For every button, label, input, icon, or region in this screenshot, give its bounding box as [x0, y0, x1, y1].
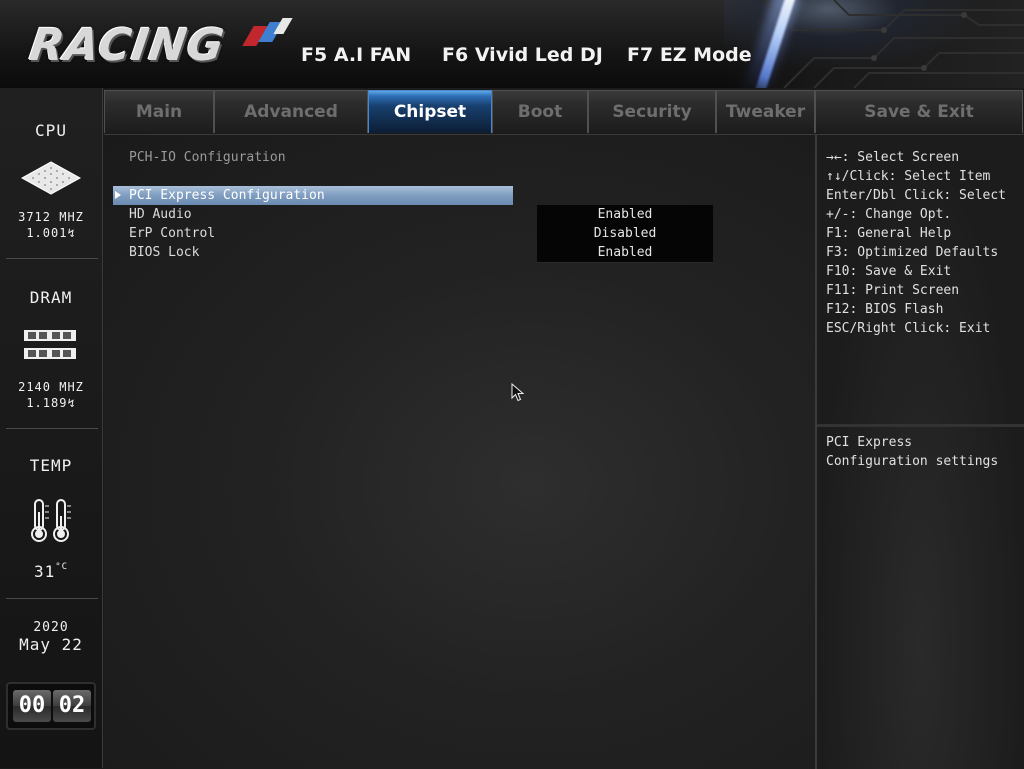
help-key-line: ESC/Right Click: Exit: [826, 321, 991, 336]
clock-hours: 00: [13, 690, 51, 722]
bios-lock-value[interactable]: Enabled: [537, 243, 713, 263]
logo-text: RACING: [26, 20, 228, 71]
dram-module-icon: [24, 330, 76, 359]
vivid-led-dj-hotkey[interactable]: F6 Vivid Led DJ: [442, 44, 603, 66]
page-title: PCH-IO Configuration: [129, 150, 286, 165]
settings-panel: PCH-IO Configuration PCI Express Configu…: [104, 134, 815, 769]
divider: [6, 598, 98, 599]
pci-express-configuration-item[interactable]: PCI Express Configuration: [113, 186, 513, 205]
help-key-line: F12: BIOS Flash: [826, 302, 944, 317]
item-description: Configuration settings: [826, 454, 999, 469]
tab-chipset[interactable]: Chipset: [368, 90, 492, 133]
dram-title: DRAM: [29, 288, 73, 307]
tab-main[interactable]: Main: [104, 90, 214, 133]
header-bar: RACING F5 A.I FAN F6 Vivid Led DJ F7 EZ …: [0, 0, 1024, 88]
ez-mode-hotkey[interactable]: F7 EZ Mode: [627, 44, 752, 66]
cpu-frequency: 3712 MHZ: [18, 210, 84, 224]
tab-tweaker[interactable]: Tweaker: [716, 90, 815, 133]
racing-logo: RACING: [26, 18, 293, 72]
divider: [6, 258, 98, 259]
clock-minutes: 02: [53, 690, 91, 722]
cpu-title: CPU: [35, 121, 67, 140]
submenu-arrow-icon: [115, 191, 121, 199]
help-key-line: →←: Select Screen: [826, 150, 960, 165]
tab-boot[interactable]: Boot: [492, 90, 588, 133]
system-info-sidebar: CPU 3712 MHZ 1.001↯ DRAM 2140 MHZ 1.189↯…: [0, 88, 103, 768]
dram-voltage-value: 1.189: [26, 396, 68, 410]
clock: 00 02: [6, 682, 96, 730]
tab-save-exit[interactable]: Save & Exit: [815, 90, 1023, 133]
ai-fan-hotkey[interactable]: F5 A.I FAN: [301, 44, 411, 66]
cpu-voltage-value: 1.001: [26, 226, 68, 240]
bios-lock-label[interactable]: BIOS Lock: [129, 243, 199, 262]
help-key-line: F3: Optimized Defaults: [826, 245, 999, 260]
item-description: PCI Express: [826, 435, 913, 450]
hd-audio-label[interactable]: HD Audio: [129, 205, 192, 224]
erp-control-label[interactable]: ErP Control: [129, 224, 215, 243]
date-year: 2020: [33, 620, 69, 635]
menu-item-label: PCI Express Configuration: [129, 188, 325, 203]
help-key-line: F1: General Help: [826, 226, 952, 241]
cpu-chip-icon: [20, 161, 82, 195]
thermometer-icon: [31, 499, 71, 542]
help-key-line: F10: Save & Exit: [826, 264, 952, 279]
help-panel: →←: Select Screen ↑↓/Click: Select Item …: [815, 134, 1024, 769]
help-key-line: Enter/Dbl Click: Select: [826, 188, 1007, 203]
help-key-line: F11: Print Screen: [826, 283, 960, 298]
erp-control-value[interactable]: Disabled: [537, 224, 713, 244]
divider: [6, 428, 98, 429]
tab-bar: Main Advanced Chipset Boot Security Twea…: [103, 88, 1024, 134]
help-key-line: ↑↓/Click: Select Item: [826, 169, 991, 184]
tab-security[interactable]: Security: [588, 90, 716, 133]
temp-title: TEMP: [29, 456, 73, 475]
dram-frequency: 2140 MHZ: [18, 380, 84, 394]
help-key-line: +/-: Change Opt.: [826, 207, 952, 222]
mouse-pointer-icon: [511, 383, 525, 402]
date-month-day: May 22: [19, 635, 83, 654]
voltage-bolt-icon: ↯: [67, 226, 76, 240]
hd-audio-value[interactable]: Enabled: [537, 205, 713, 225]
voltage-bolt-icon: ↯: [67, 396, 76, 410]
temperature-readout: 31°C: [0, 562, 102, 581]
dram-voltage: 1.189↯: [0, 396, 102, 410]
help-divider: [817, 424, 1024, 427]
temperature-value: 31: [33, 562, 56, 581]
temperature-unit: °C: [55, 562, 69, 572]
cpu-voltage: 1.001↯: [0, 226, 102, 240]
tab-advanced[interactable]: Advanced: [214, 90, 368, 133]
